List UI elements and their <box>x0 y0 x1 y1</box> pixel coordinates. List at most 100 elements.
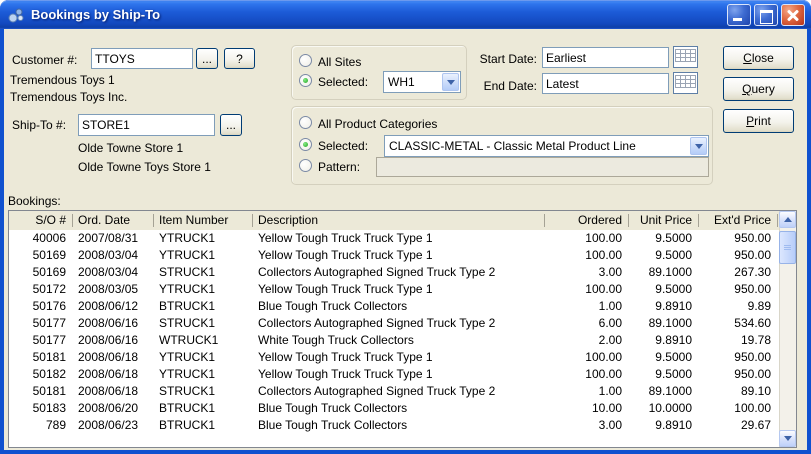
query-button[interactable]: Query <box>723 77 794 101</box>
title-bar[interactable]: Bookings by Ship-To <box>0 0 811 29</box>
ship-to-name-line1: Olde Towne Store 1 <box>78 141 184 155</box>
cell-unit-price: 9.5000 <box>655 282 692 296</box>
cell-description: Yellow Tough Truck Truck Type 1 <box>258 282 433 296</box>
column-header-item-number[interactable]: Item Number <box>154 211 253 230</box>
cell-description: Yellow Tough Truck Truck Type 1 <box>258 350 433 364</box>
cell-ord-date: 2008/03/04 <box>78 265 139 279</box>
product-category-combobox[interactable]: CLASSIC-METAL - Classic Metal Product Li… <box>384 135 709 157</box>
scroll-down-icon[interactable] <box>779 430 796 447</box>
cell-unit-price: 9.5000 <box>655 350 692 364</box>
cell-description: Collectors Autographed Signed Truck Type… <box>258 316 496 330</box>
cell-unit-price: 9.5000 <box>655 231 692 245</box>
selected-product-category-radio[interactable] <box>299 138 312 151</box>
close-icon[interactable] <box>781 3 805 26</box>
vertical-scrollbar[interactable] <box>779 211 796 447</box>
close-button[interactable]: Close <box>723 46 794 70</box>
cell-ord-date: 2008/06/18 <box>78 367 139 381</box>
start-date-input[interactable] <box>542 47 669 68</box>
table-row[interactable]: 40006 2007/08/31 YTRUCK1 Yellow Tough Tr… <box>9 230 779 247</box>
cell-ord-date: 2007/08/31 <box>78 231 139 245</box>
cell-extd-price: 950.00 <box>734 282 771 296</box>
cell-item-number: WTRUCK1 <box>159 333 219 347</box>
cell-item-number: STRUCK1 <box>159 265 216 279</box>
table-row[interactable]: 50181 2008/06/18 STRUCK1 Collectors Auto… <box>9 383 779 400</box>
customer-browse-button[interactable]: ... <box>196 48 218 69</box>
table-row[interactable]: 50181 2008/06/18 YTRUCK1 Yellow Tough Tr… <box>9 349 779 366</box>
cell-ordered: 10.00 <box>591 401 622 415</box>
scrollbar-thumb[interactable] <box>779 231 796 264</box>
dialog-body: Customer #: ... ? Tremendous Toys 1 Trem… <box>4 29 807 450</box>
column-header-ord-date[interactable]: Ord. Date <box>73 211 154 230</box>
column-header-unit-price[interactable]: Unit Price <box>629 211 699 230</box>
cell-item-number: BTRUCK1 <box>159 418 216 432</box>
cell-so-number: 50177 <box>32 333 66 347</box>
column-header-so-number[interactable]: S/O # <box>9 211 73 230</box>
scroll-up-icon[interactable] <box>779 211 796 228</box>
customer-input[interactable] <box>91 48 193 69</box>
cell-description: Blue Tough Truck Collectors <box>258 401 408 415</box>
table-row[interactable]: 50183 2008/06/20 BTRUCK1 Blue Tough Truc… <box>9 400 779 417</box>
cell-extd-price: 950.00 <box>734 231 771 245</box>
pattern-radio[interactable] <box>299 159 312 172</box>
table-row[interactable]: 50172 2008/03/05 YTRUCK1 Yellow Tough Tr… <box>9 281 779 298</box>
cell-extd-price: 29.67 <box>740 418 771 432</box>
cell-ordered: 6.00 <box>598 316 622 330</box>
cell-item-number: STRUCK1 <box>159 316 216 330</box>
customer-help-button[interactable]: ? <box>224 48 255 69</box>
ship-to-input[interactable] <box>78 114 215 136</box>
cell-item-number: STRUCK1 <box>159 384 216 398</box>
selected-site-radio[interactable] <box>299 74 312 87</box>
site-combobox-value: WH1 <box>388 75 415 89</box>
cell-unit-price: 9.8910 <box>655 333 692 347</box>
cell-ord-date: 2008/06/23 <box>78 418 139 432</box>
maximize-icon[interactable] <box>754 3 778 26</box>
cell-item-number: BTRUCK1 <box>159 401 216 415</box>
window-title: Bookings by Ship-To <box>31 7 161 22</box>
ship-to-browse-button[interactable]: ... <box>220 114 242 136</box>
cell-item-number: YTRUCK1 <box>159 282 216 296</box>
cell-ord-date: 2008/06/12 <box>78 299 139 313</box>
cell-unit-price: 89.1000 <box>648 265 692 279</box>
cell-ord-date: 2008/03/05 <box>78 282 139 296</box>
table-row[interactable]: 50176 2008/06/12 BTRUCK1 Blue Tough Truc… <box>9 298 779 315</box>
pattern-label: Pattern: <box>318 160 361 174</box>
end-date-input[interactable] <box>542 73 669 94</box>
table-row[interactable]: 50177 2008/06/16 STRUCK1 Collectors Auto… <box>9 315 779 332</box>
pattern-input[interactable] <box>376 157 709 177</box>
bookings-table: S/O # Ord. Date Item Number Description … <box>8 210 797 448</box>
column-header-description[interactable]: Description <box>253 211 545 230</box>
customer-name-line2: Tremendous Toys Inc. <box>10 90 128 104</box>
table-row[interactable]: 50182 2008/06/18 YTRUCK1 Yellow Tough Tr… <box>9 366 779 383</box>
column-header-extd-price[interactable]: Ext'd Price <box>699 211 778 230</box>
minimize-icon[interactable] <box>727 3 751 26</box>
app-icon[interactable] <box>7 7 25 23</box>
cell-extd-price: 100.00 <box>734 401 771 415</box>
cell-unit-price: 9.8910 <box>655 299 692 313</box>
bookings-by-ship-to-window: Bookings by Ship-To Customer #: ... ? Tr… <box>0 0 811 454</box>
all-sites-radio[interactable] <box>299 54 312 67</box>
end-date-label: End Date: <box>483 79 537 93</box>
customer-label: Customer #: <box>12 53 78 67</box>
table-row[interactable]: 50177 2008/06/16 WTRUCK1 White Tough Tru… <box>9 332 779 349</box>
cell-unit-price: 89.1000 <box>648 384 692 398</box>
table-row[interactable]: 789 2008/06/23 BTRUCK1 Blue Tough Truck … <box>9 417 779 434</box>
cell-item-number: YTRUCK1 <box>159 350 216 364</box>
cell-extd-price: 19.78 <box>740 333 771 347</box>
table-row[interactable]: 50169 2008/03/04 YTRUCK1 Yellow Tough Tr… <box>9 247 779 264</box>
cell-unit-price: 89.1000 <box>648 316 692 330</box>
start-date-calendar-icon[interactable] <box>673 46 698 68</box>
cell-ordered: 100.00 <box>585 231 622 245</box>
all-product-categories-radio[interactable] <box>299 116 312 129</box>
chevron-down-icon[interactable] <box>690 137 707 155</box>
cell-extd-price: 89.10 <box>740 384 771 398</box>
column-header-ordered[interactable]: Ordered <box>545 211 629 230</box>
cell-item-number: YTRUCK1 <box>159 231 216 245</box>
cell-so-number: 50169 <box>32 265 66 279</box>
cell-extd-price: 950.00 <box>734 350 771 364</box>
cell-description: Blue Tough Truck Collectors <box>258 418 408 432</box>
print-button[interactable]: Print <box>723 109 794 133</box>
table-row[interactable]: 50169 2008/03/04 STRUCK1 Collectors Auto… <box>9 264 779 281</box>
end-date-calendar-icon[interactable] <box>673 72 698 94</box>
cell-extd-price: 534.60 <box>734 316 771 330</box>
cell-item-number: BTRUCK1 <box>159 299 216 313</box>
